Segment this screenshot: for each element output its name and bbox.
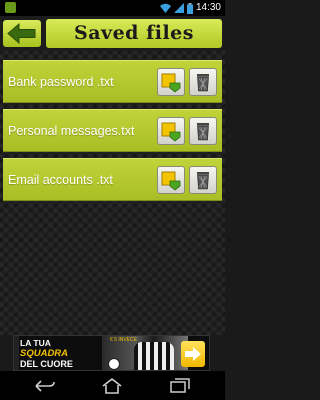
delete-file-button[interactable] (189, 68, 217, 96)
nav-home-button[interactable] (100, 378, 124, 394)
file-list: Bank password .txt Personal messages.txt (0, 51, 225, 335)
football-icon (108, 358, 120, 370)
ad-line-2: SQUADRA (20, 348, 69, 359)
ad-line-1: LA TUA (20, 338, 51, 348)
wifi-icon (159, 3, 171, 13)
nav-back-button[interactable] (33, 378, 57, 394)
file-name: Email accounts .txt (8, 173, 113, 187)
ad-tag (14, 336, 19, 370)
navigation-bar (0, 371, 225, 400)
trash-icon (197, 123, 209, 141)
delete-file-button[interactable] (189, 117, 217, 145)
file-row[interactable]: Personal messages.txt (3, 109, 222, 152)
file-name: Bank password .txt (8, 75, 114, 89)
trash-icon (197, 74, 209, 92)
notification-icon (5, 2, 16, 13)
jersey-image (134, 342, 174, 370)
back-button[interactable] (3, 20, 41, 47)
recent-apps-icon (170, 378, 190, 393)
ad-line-3: DEL CUORE (20, 359, 73, 369)
file-row[interactable]: Bank password .txt (3, 60, 222, 103)
nav-recent-apps-button[interactable] (168, 378, 192, 394)
ad-price-text: € 5 INVECE (110, 337, 137, 343)
clock: 14:30 (195, 2, 221, 13)
arrow-right-icon (185, 347, 201, 361)
open-file-icon (161, 171, 181, 191)
trash-icon (197, 172, 209, 190)
open-file-button[interactable] (157, 68, 185, 96)
back-icon (35, 380, 55, 392)
page-title: Saved files (46, 19, 222, 48)
ad-banner[interactable]: LA TUA SQUADRA DEL CUORE € 5 INVECE (13, 335, 210, 371)
open-file-icon (161, 122, 181, 142)
open-file-icon (161, 73, 181, 93)
signal-icon (173, 3, 184, 13)
open-file-button[interactable] (157, 166, 185, 194)
battery-icon (186, 2, 193, 14)
file-row[interactable]: Email accounts .txt (3, 158, 222, 201)
status-bar: 14:30 (0, 0, 225, 16)
arrow-left-icon (7, 23, 36, 44)
open-file-button[interactable] (157, 117, 185, 145)
home-icon (102, 378, 122, 394)
ad-arrow-button[interactable] (181, 341, 205, 367)
file-name: Personal messages.txt (8, 124, 135, 138)
header: Saved files (0, 16, 225, 51)
delete-file-button[interactable] (189, 166, 217, 194)
